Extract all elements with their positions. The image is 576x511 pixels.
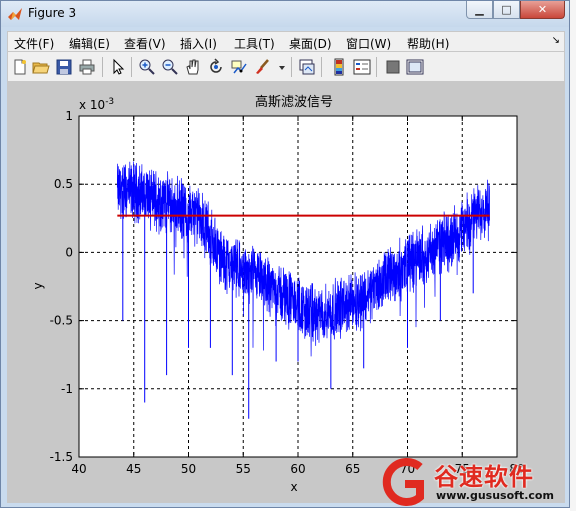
menu-tools[interactable]: 工具(T) (234, 35, 275, 52)
legend-icon[interactable] (353, 58, 371, 76)
y-axis-label: y (31, 282, 45, 289)
menu-edit[interactable]: 编辑(E) (69, 35, 110, 52)
y-tick-label: 0.5 (54, 177, 73, 191)
y-exponent-base: x 10 (79, 98, 105, 112)
zoom-out-icon[interactable] (161, 58, 179, 76)
y-exponent-label: x 10-3 (79, 97, 114, 112)
plot-svg: 40 45 50 55 60 65 70 75 80 10.50-0.5-1-1.5 高斯滤波信… (31, 94, 525, 494)
toolbar-separator (376, 57, 377, 77)
open-file-icon[interactable] (32, 58, 50, 76)
y-tick-label: -1.5 (50, 450, 73, 464)
figure-toolbar (7, 52, 565, 82)
toolbar-separator (291, 57, 292, 77)
y-tick-label: -1 (61, 382, 73, 396)
y-tick-label: 0 (65, 245, 73, 259)
matlab-icon (8, 8, 22, 20)
x-tick-label: 65 (345, 462, 360, 476)
x-tick-label: 45 (126, 462, 141, 476)
chart-title: 高斯滤波信号 (255, 94, 333, 110)
watermark: 谷速软件 www.gususoft.com (376, 455, 576, 511)
figure-canvas[interactable]: 40 45 50 55 60 65 70 75 80 1 0.5 0 -0.5 -1 -1.5 高斯滤波信… (7, 82, 565, 503)
menu-insert[interactable]: 插入(I) (180, 35, 217, 52)
data-cursor-icon[interactable] (230, 58, 248, 76)
menu-file[interactable]: 文件(F) (14, 35, 54, 52)
background-window-edge (570, 0, 576, 511)
toolbar-separator (102, 57, 103, 77)
x-tick-label: 50 (181, 462, 196, 476)
window-title: Figure 3 (28, 6, 77, 20)
y-tick-label: 1 (65, 109, 73, 123)
hide-plot-tools-icon[interactable] (384, 58, 402, 76)
print-icon[interactable] (78, 58, 96, 76)
x-axis-label: x (290, 480, 297, 494)
colorbar-icon[interactable] (330, 58, 348, 76)
menu-help[interactable]: 帮助(H) (407, 35, 449, 52)
x-tick-label: 40 (71, 462, 86, 476)
toolbar-separator (321, 57, 322, 77)
y-tick-label: -0.5 (50, 314, 73, 328)
maximize-button[interactable]: □ (493, 1, 520, 19)
watermark-logo-icon (382, 458, 424, 506)
menu-desktop[interactable]: 桌面(D) (289, 35, 332, 52)
x-tick-label: 60 (290, 462, 305, 476)
show-plot-tools-icon[interactable] (406, 58, 424, 76)
title-bar[interactable]: Figure 3 ▁ □ ✕ (1, 1, 569, 27)
zoom-in-icon[interactable] (138, 58, 156, 76)
pan-hand-icon[interactable] (184, 58, 202, 76)
toolbar-separator (131, 57, 132, 77)
y-exponent-power: -3 (105, 97, 114, 107)
menu-window[interactable]: 窗口(W) (346, 35, 391, 52)
rotate-3d-icon[interactable] (207, 58, 225, 76)
pointer-icon[interactable] (109, 58, 127, 76)
figure-window: Figure 3 ▁ □ ✕ 文件(F) 编辑(E) 查看(V) 插入(I) 工… (0, 0, 570, 508)
brush-dropdown-icon[interactable] (273, 58, 285, 76)
save-icon[interactable] (55, 58, 73, 76)
brush-icon[interactable] (253, 58, 271, 76)
menu-dock-arrow-icon[interactable]: ↘ (552, 35, 560, 46)
menu-bar: 文件(F) 编辑(E) 查看(V) 插入(I) 工具(T) 桌面(D) 窗口(W… (7, 31, 565, 52)
watermark-url: www.gususoft.com (436, 489, 554, 502)
minimize-button[interactable]: ▁ (466, 1, 493, 19)
new-figure-icon[interactable] (11, 58, 29, 76)
watermark-title: 谷速软件 (434, 463, 534, 491)
x-tick-label: 55 (236, 462, 251, 476)
menu-view[interactable]: 查看(V) (124, 35, 166, 52)
close-button[interactable]: ✕ (520, 1, 565, 19)
link-plot-icon[interactable] (298, 58, 316, 76)
